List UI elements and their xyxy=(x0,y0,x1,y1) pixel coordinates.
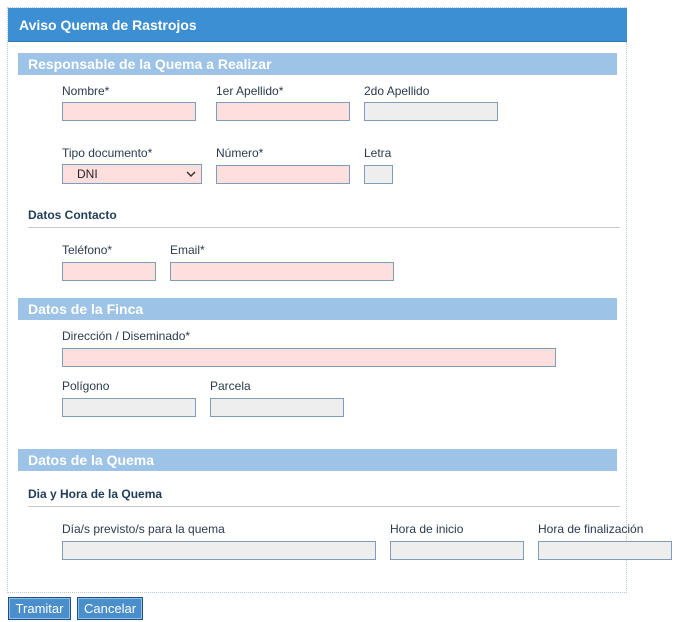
letra-label: Letra xyxy=(364,146,392,160)
tipo-documento-label: Tipo documento* xyxy=(62,146,153,160)
chevron-down-icon xyxy=(186,165,196,189)
telefono-label: Teléfono* xyxy=(62,243,113,257)
form-title: Aviso Quema de Rastrojos xyxy=(8,8,627,42)
parcela-label: Parcela xyxy=(210,379,251,393)
parcela-input[interactable] xyxy=(210,398,344,417)
tipo-documento-select[interactable]: DNI xyxy=(62,164,202,184)
letra-input[interactable] xyxy=(364,165,393,184)
hora-fin-input[interactable] xyxy=(538,541,672,560)
numero-input[interactable] xyxy=(216,165,350,184)
section-quema: Datos de la Quema xyxy=(18,449,617,471)
dias-label: Día/s previsto/s para la quema xyxy=(62,522,225,536)
telefono-input[interactable] xyxy=(62,262,156,281)
direccion-label: Dirección / Diseminado* xyxy=(62,329,191,343)
nombre-label: Nombre* xyxy=(62,84,110,98)
hora-inicio-label: Hora de inicio xyxy=(390,522,464,536)
nombre-input[interactable] xyxy=(62,102,196,121)
section-finca: Datos de la Finca xyxy=(18,298,617,320)
numero-label: Número* xyxy=(216,146,264,160)
dias-input[interactable] xyxy=(62,541,376,560)
hora-fin-label: Hora de finalización xyxy=(538,522,644,536)
apellido2-input[interactable] xyxy=(364,102,498,121)
form-panel: Aviso Quema de Rastrojos Responsable de … xyxy=(7,7,672,593)
apellido2-label: 2do Apellido xyxy=(364,84,430,98)
tramitar-button[interactable]: Tramitar xyxy=(8,597,71,620)
hora-inicio-input[interactable] xyxy=(390,541,524,560)
apellido1-label: 1er Apellido* xyxy=(216,84,284,98)
cancelar-button[interactable]: Cancelar xyxy=(77,597,143,620)
email-input[interactable] xyxy=(170,262,394,281)
poligono-input[interactable] xyxy=(62,398,196,417)
dia-hora-heading: Dia y Hora de la Quema xyxy=(28,487,620,507)
datos-contacto-heading: Datos Contacto xyxy=(28,208,620,228)
email-label: Email* xyxy=(170,243,205,257)
tipo-documento-value: DNI xyxy=(77,167,98,181)
direccion-input[interactable] xyxy=(62,348,556,367)
section-responsable: Responsable de la Quema a Realizar xyxy=(18,53,617,75)
poligono-label: Polígono xyxy=(62,379,110,393)
apellido1-input[interactable] xyxy=(216,102,350,121)
